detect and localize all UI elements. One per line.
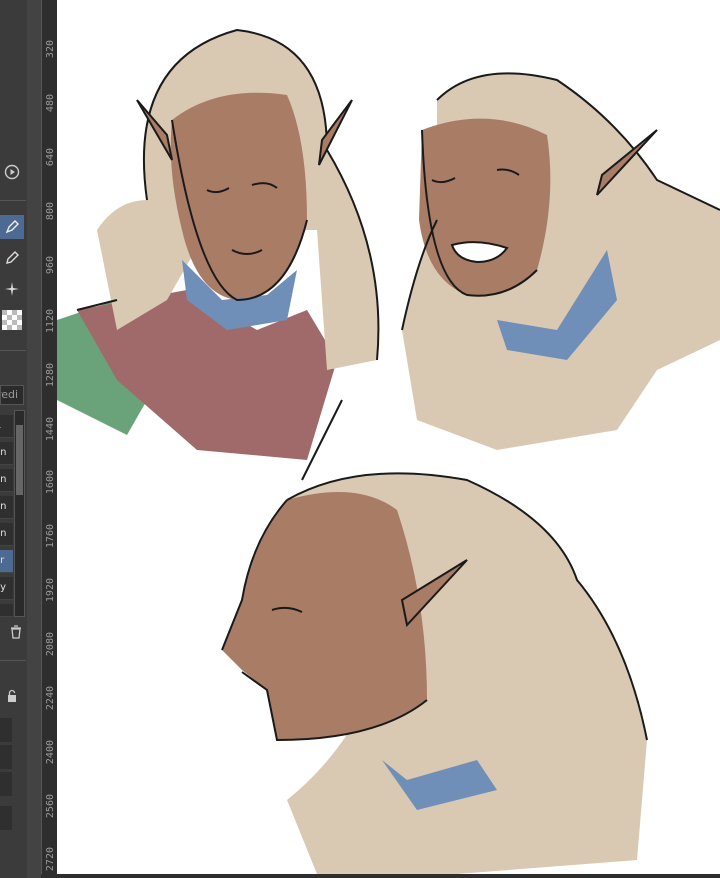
layer-row[interactable]: R <box>0 415 13 438</box>
layer-row-selected[interactable]: er <box>0 550 13 573</box>
trash-icon[interactable] <box>4 620 28 644</box>
ruler-label: 640 <box>45 148 56 167</box>
tool-button[interactable] <box>0 772 12 796</box>
ruler-label: 800 <box>45 202 56 221</box>
ruler-label: 2400 <box>45 740 56 765</box>
layer-row[interactable]: e <box>0 604 13 617</box>
panel-divider <box>27 0 41 878</box>
ruler-label: 1120 <box>45 309 56 334</box>
layer-scrollbar[interactable] <box>14 410 25 617</box>
ruler-label: 960 <box>45 256 56 275</box>
vertical-ruler: 320 480 640 800 960 1120 1280 1440 1600 … <box>41 0 58 878</box>
ruler-label: 320 <box>45 40 56 59</box>
tool-panel: redi R en en en en er ay e <box>0 0 28 878</box>
ruler-label: 1600 <box>45 470 56 495</box>
ruler-label: 2240 <box>45 686 56 711</box>
play-circle-icon[interactable] <box>0 160 24 184</box>
ruler-label: 1440 <box>45 417 56 442</box>
ruler-label: 1760 <box>45 524 56 549</box>
elf-portrait-profile <box>221 472 648 874</box>
pen-icon[interactable] <box>0 215 24 239</box>
blend-mode-input[interactable]: redi <box>0 385 24 405</box>
ruler-label: 1920 <box>45 578 56 603</box>
ruler-label: 2080 <box>45 632 56 657</box>
transparency-icon[interactable] <box>0 308 24 332</box>
ruler-label: 2720 <box>45 847 56 872</box>
layer-row[interactable]: ay <box>0 577 13 600</box>
pencil-icon[interactable] <box>0 246 24 270</box>
layer-row[interactable]: en <box>0 496 13 519</box>
ruler-label: 1280 <box>45 363 56 388</box>
layer-row[interactable]: en <box>0 442 13 465</box>
sparkle-brush-icon[interactable] <box>0 277 24 301</box>
tool-button[interactable] <box>0 718 12 742</box>
ruler-label: 480 <box>45 94 56 113</box>
elf-portrait-front <box>57 28 380 460</box>
lock-icon[interactable] <box>0 684 24 708</box>
layer-row[interactable]: en <box>0 469 13 492</box>
tool-button[interactable] <box>0 745 12 769</box>
elf-portrait-shouting <box>401 72 720 451</box>
layer-row[interactable]: en <box>0 523 13 546</box>
artwork <box>57 28 720 874</box>
tool-button[interactable] <box>0 806 12 830</box>
ruler-label: 2560 <box>45 794 56 819</box>
drawing-canvas[interactable] <box>57 0 720 874</box>
status-bar <box>41 874 720 878</box>
